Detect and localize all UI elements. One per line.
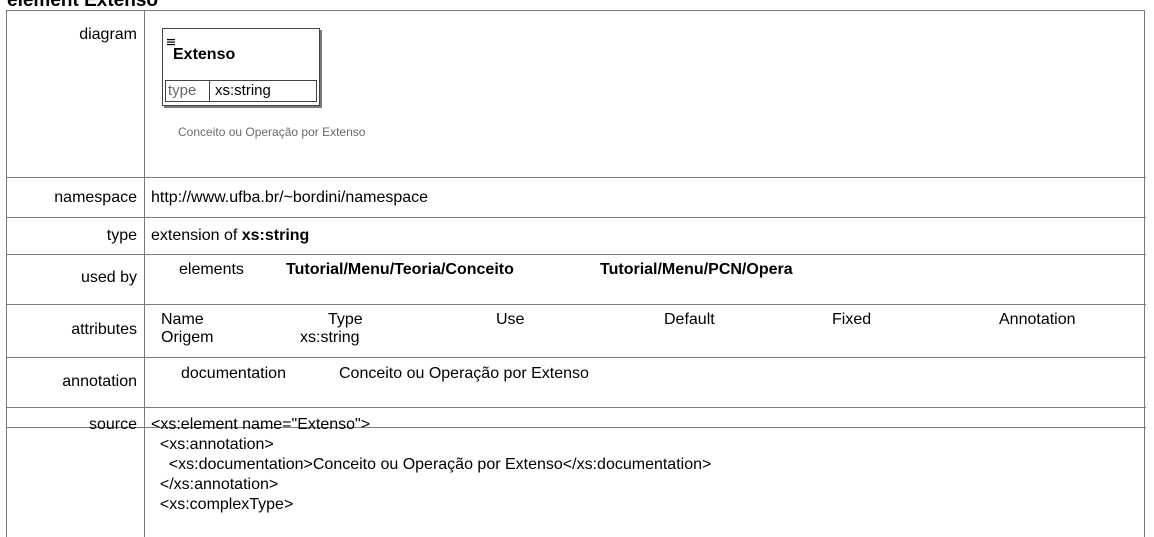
namespace-value: http://www.ufba.br/~bordini/namespace [151,189,429,206]
attr-header-default: Default [664,311,715,328]
source-line: <xs:documentation>Conceito ou Operação p… [151,456,712,473]
source-line: <xs:annotation> [151,436,274,453]
attr-header-use: Use [496,311,525,328]
attr-header-fixed: Fixed [832,311,872,328]
row-divider [7,357,1146,358]
diagram-type-row: type xs:string [165,80,317,102]
diagram-type-separator [209,81,210,101]
used-by-link[interactable]: Tutorial/Menu/Teoria/Conceito [286,261,514,279]
attr-header-annotation: Annotation [999,311,1076,328]
used-by-kind: elements [179,261,244,278]
diagram-annotation-note: Conceito ou Operação por Extenso [178,125,366,139]
used-by-link[interactable]: Tutorial/Menu/PCN/Opera [600,261,793,279]
column-divider [144,11,145,537]
annotation-key: documentation [181,365,286,382]
row-divider [7,407,1146,408]
diagram-label: diagram [79,26,137,43]
attr-header-type: Type [328,311,363,328]
type-value-line: extension of xs:string [151,227,309,245]
attr-header-name: Name [161,311,204,328]
row-divider [7,304,1146,305]
source-label: source [88,416,137,433]
element-icon [167,39,175,46]
element-diagram-box[interactable]: Extenso type xs:string [162,28,320,106]
page: element Extenso diagram Extenso type xs:… [0,0,1154,537]
namespace-label: namespace [54,189,137,206]
attributes-label: attributes [71,321,137,338]
type-label: type [106,227,137,244]
row-divider [7,177,1146,178]
annotation-value: Conceito ou Operação por Extenso [339,365,589,382]
diagram-type-value: xs:string [215,82,271,99]
attr-cell-type: xs:string [300,329,360,346]
row-divider [7,217,1146,218]
source-line: <xs:element name="Extenso"> [151,416,371,433]
attr-cell-name: Origem [161,329,214,346]
diagram-element-name: Extenso [173,46,236,63]
source-line: </xs:annotation> [151,476,279,493]
type-link[interactable]: xs:string [242,227,310,244]
diagram-type-key: type [168,82,197,99]
source-line: <xs:complexType> [151,496,294,513]
annotation-label: annotation [62,373,137,390]
row-divider [7,254,1146,255]
type-prefix: extension of [151,227,238,244]
element-table: diagram Extenso type xs:string Conceito … [6,10,1146,537]
used-by-label: used by [80,269,137,286]
